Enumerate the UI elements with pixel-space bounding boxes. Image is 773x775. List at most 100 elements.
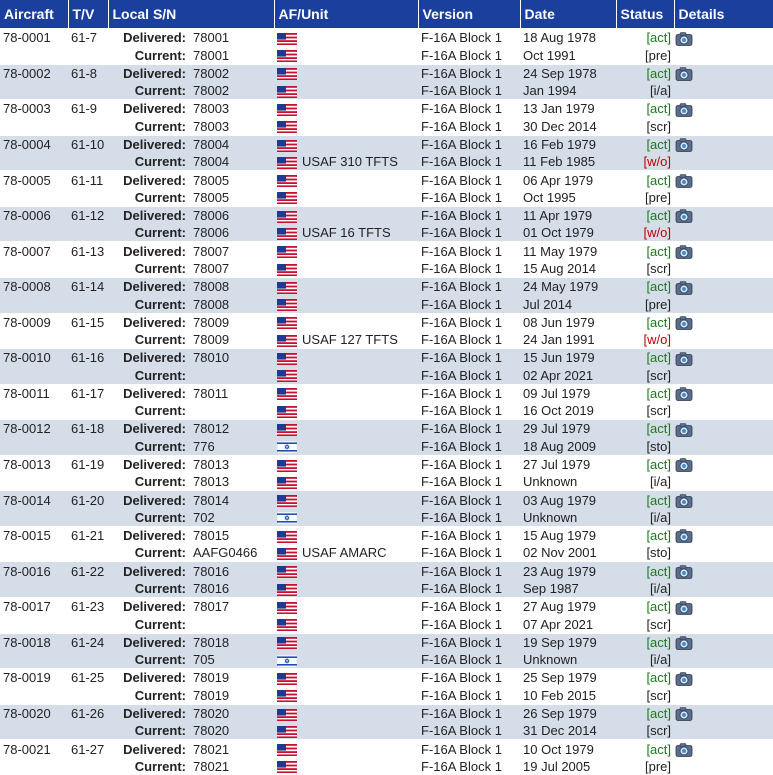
tv-code: 61-17 bbox=[68, 383, 108, 403]
version: F-16A Block 1 bbox=[421, 189, 502, 205]
date: 18 Aug 2009 bbox=[520, 437, 617, 456]
current-label: Current: bbox=[108, 224, 190, 242]
camera-cell[interactable] bbox=[674, 419, 773, 438]
us-flag-icon bbox=[277, 210, 298, 223]
camera-icon[interactable] bbox=[675, 422, 693, 438]
col-local-sn[interactable]: Local S/N bbox=[108, 0, 275, 29]
camera-cell[interactable] bbox=[674, 561, 773, 580]
camera-cell[interactable] bbox=[674, 312, 773, 332]
camera-icon[interactable] bbox=[675, 31, 693, 47]
status-cell: [w/o] bbox=[616, 331, 674, 349]
camera-cell[interactable] bbox=[674, 739, 773, 758]
version: F-16A Block 1 bbox=[418, 632, 521, 652]
local-sn: 78011 bbox=[190, 383, 275, 403]
camera-cell[interactable] bbox=[674, 668, 773, 687]
camera-cell[interactable] bbox=[674, 63, 773, 83]
status-act: [act] bbox=[646, 101, 672, 117]
aircraft-id: 78-0007 bbox=[0, 241, 68, 260]
camera-cell[interactable] bbox=[674, 383, 773, 403]
camera-icon[interactable] bbox=[675, 528, 693, 544]
camera-cell[interactable] bbox=[674, 525, 773, 545]
camera-icon[interactable] bbox=[675, 706, 693, 722]
col-tv[interactable]: T/V bbox=[68, 0, 109, 29]
us-flag-icon bbox=[277, 156, 298, 169]
col-status[interactable]: Status bbox=[616, 0, 675, 29]
us-flag-icon bbox=[277, 530, 298, 543]
camera-icon[interactable] bbox=[675, 208, 693, 224]
camera-cell[interactable] bbox=[674, 454, 773, 474]
status-act: [act] bbox=[646, 741, 672, 757]
camera-cell[interactable] bbox=[674, 703, 773, 723]
local-sn: 78006 bbox=[190, 224, 275, 242]
col-aircraft[interactable]: Aircraft bbox=[0, 0, 69, 29]
camera-cell[interactable] bbox=[674, 134, 773, 154]
camera-cell[interactable] bbox=[674, 276, 773, 296]
af-unit bbox=[274, 632, 419, 652]
version: F-16A Block 1 bbox=[421, 332, 502, 348]
camera-icon[interactable] bbox=[675, 635, 693, 651]
camera-icon[interactable] bbox=[675, 600, 693, 616]
camera-cell[interactable] bbox=[674, 241, 773, 260]
camera-icon[interactable] bbox=[675, 280, 693, 296]
camera-cell[interactable] bbox=[674, 170, 773, 189]
col-details[interactable]: Details bbox=[674, 0, 773, 29]
aircraft-id: 78-0005 bbox=[0, 170, 68, 189]
af-unit bbox=[274, 402, 418, 420]
aircraft-id: 78-0019 bbox=[0, 668, 68, 687]
camera-cell bbox=[674, 153, 773, 171]
af-unit bbox=[274, 63, 419, 83]
current-label: Current: bbox=[134, 403, 186, 419]
camera-icon[interactable] bbox=[675, 493, 693, 509]
camera-cell[interactable] bbox=[674, 348, 773, 367]
tv-code bbox=[68, 47, 108, 65]
status-cell: [act] bbox=[616, 561, 675, 580]
local-sn: 78007 bbox=[193, 260, 230, 276]
tv-code bbox=[68, 260, 108, 278]
table-body: 78-0001 61-7 Delivered: 78001 F-16A Block 11… bbox=[0, 27, 773, 775]
camera-cell[interactable] bbox=[674, 27, 773, 47]
camera-icon[interactable] bbox=[675, 315, 693, 331]
camera-icon[interactable] bbox=[675, 564, 693, 580]
camera-cell bbox=[674, 616, 773, 634]
status-cell: [act] bbox=[616, 419, 675, 438]
tv-code: 61-10 bbox=[68, 134, 108, 154]
col-date[interactable]: Date bbox=[520, 0, 617, 29]
date: 18 Aug 1978 bbox=[520, 27, 617, 47]
camera-icon[interactable] bbox=[675, 173, 693, 189]
local-sn: 78012 bbox=[190, 419, 275, 438]
aircraft-id bbox=[0, 508, 68, 527]
af-unit bbox=[274, 437, 419, 456]
version: F-16A Block 1 bbox=[418, 82, 521, 100]
camera-cell[interactable] bbox=[674, 490, 773, 509]
camera-icon[interactable] bbox=[675, 102, 693, 118]
col-version[interactable]: Version bbox=[418, 0, 521, 29]
status-cell: [i/a] bbox=[616, 580, 675, 598]
camera-icon[interactable] bbox=[675, 137, 693, 153]
camera-icon[interactable] bbox=[675, 244, 693, 260]
af-unit bbox=[274, 189, 418, 207]
delivered-label: Delivered: bbox=[108, 703, 190, 723]
version: F-16A Block 1 bbox=[418, 241, 521, 260]
status-badge: [w/o] bbox=[643, 225, 672, 241]
version: F-16A Block 1 bbox=[418, 596, 521, 616]
col-af-unit[interactable]: AF/Unit bbox=[274, 0, 419, 29]
local-sn: 78001 bbox=[193, 47, 230, 63]
camera-icon[interactable] bbox=[675, 671, 693, 687]
local-sn: 78020 bbox=[190, 703, 275, 723]
version: F-16A Block 1 bbox=[421, 545, 502, 561]
camera-cell[interactable] bbox=[674, 205, 773, 225]
camera-icon[interactable] bbox=[675, 66, 693, 82]
status-badge: [scr] bbox=[646, 723, 672, 739]
camera-cell[interactable] bbox=[674, 596, 773, 616]
camera-icon[interactable] bbox=[675, 386, 693, 402]
table-row: Current: 78004 USAF 310 TFTS F-16A Block 11… bbox=[0, 153, 773, 171]
us-flag-icon bbox=[277, 85, 298, 98]
camera-cell[interactable] bbox=[674, 632, 773, 652]
camera-icon[interactable] bbox=[675, 457, 693, 473]
delivered-label: Delivered: bbox=[108, 63, 190, 83]
camera-cell[interactable] bbox=[674, 99, 773, 118]
date: 23 Aug 1979 bbox=[520, 561, 617, 580]
camera-icon[interactable] bbox=[675, 351, 693, 367]
table-row: 78-0017 61-23 Delivered: 78017 F-16A Block 1… bbox=[0, 596, 773, 616]
local-sn: 78008 bbox=[190, 295, 275, 313]
